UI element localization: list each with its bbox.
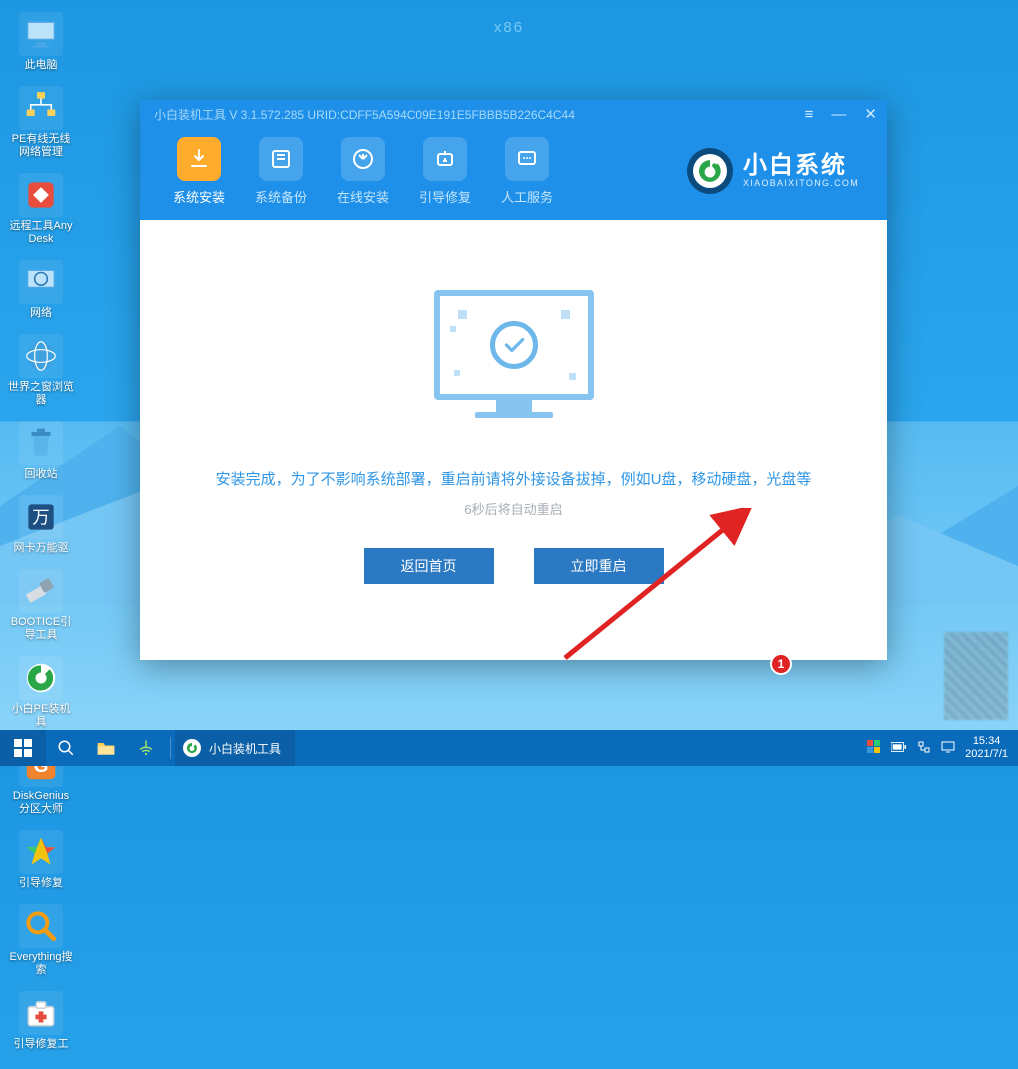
app-window: 小白装机工具 V 3.1.572.285 URID:CDFF5A594C09E1… <box>140 100 887 660</box>
toolbar: 系统安装系统备份在线安装引导修复人工服务 小白系统 XIAOBAIXITONG.… <box>140 128 887 220</box>
desktop-icon-recycle[interactable]: 回收站 <box>8 421 74 481</box>
browser-icon <box>19 334 63 378</box>
pc-icon <box>19 12 63 56</box>
taskbar-explorer-icon[interactable] <box>86 730 126 766</box>
tab-label: 系统安装 <box>158 187 240 206</box>
brand: 小白系统 XIAOBAIXITONG.COM <box>687 148 877 194</box>
firstaid-icon <box>19 991 63 1035</box>
recycle-icon <box>19 421 63 465</box>
content-pane: 安装完成，为了不影响系统部署，重启前请将外接设备拔掉，例如U盘，移动硬盘，光盘等… <box>140 220 887 584</box>
bootfix-icon <box>19 830 63 874</box>
everything-icon <box>19 904 63 948</box>
taskbar-time: 15:34 <box>965 735 1008 748</box>
desktop-icon-netfolder[interactable]: 网络 <box>8 260 74 320</box>
tab-service[interactable]: 人工服务 <box>486 137 568 206</box>
countdown-message: 6秒后将自动重启 <box>180 499 847 518</box>
brand-name: 小白系统 <box>743 153 859 179</box>
svg-text:万: 万 <box>32 507 49 527</box>
wan-icon: 万 <box>19 495 63 539</box>
desktop-icon-label: Everything搜索 <box>8 951 74 977</box>
backup-icon <box>259 137 303 181</box>
net-icon <box>19 86 63 130</box>
taskbar-clock[interactable]: 15:34 2021/7/1 <box>965 735 1008 761</box>
desktop-icon-label: 此电脑 <box>8 59 74 72</box>
service-icon <box>505 137 549 181</box>
install-complete-message: 安装完成，为了不影响系统部署，重启前请将外接设备拔掉，例如U盘，移动硬盘，光盘等 <box>180 468 847 489</box>
desktop-icon-everything[interactable]: Everything搜索 <box>8 904 74 977</box>
taskbar-app-button[interactable]: 小白装机工具 <box>175 730 295 766</box>
tray-network-icon[interactable] <box>917 740 931 757</box>
close-button[interactable]: ✕ <box>864 105 877 123</box>
home-button[interactable]: 返回首页 <box>364 548 494 584</box>
desktop-icon-label: 引导修复工 <box>8 1038 74 1051</box>
netfolder-icon <box>19 260 63 304</box>
desktop: 此电脑 PE有线无线网络管理远程工具AnyDesk 网络世界之窗浏览器回收站万网卡万… <box>0 0 150 1069</box>
desktop-icon-label: 小白PE装机具 <box>8 703 74 729</box>
tray-flag-icon[interactable] <box>867 740 881 757</box>
desktop-icon-bootfix[interactable]: 引导修复 <box>8 830 74 890</box>
desktop-icon-browser[interactable]: 世界之窗浏览器 <box>8 334 74 407</box>
window-title: 小白装机工具 V 3.1.572.285 URID:CDFF5A594C09E1… <box>154 106 787 123</box>
system-tray: 15:34 2021/7/1 <box>867 735 1018 761</box>
menu-button[interactable]: ≡ <box>805 106 814 123</box>
taskbar-network-icon[interactable] <box>126 730 166 766</box>
tab-label: 引导修复 <box>404 187 486 206</box>
desktop-icon-label: 回收站 <box>8 468 74 481</box>
tab-boot[interactable]: 引导修复 <box>404 137 486 206</box>
desktop-icon-label: DiskGenius分区大师 <box>8 790 74 816</box>
bootice-icon <box>19 569 63 613</box>
online-icon <box>341 137 385 181</box>
desktop-icon-anydesk[interactable]: 远程工具AnyDesk <box>8 173 74 246</box>
boot-icon <box>423 137 467 181</box>
install-icon <box>177 137 221 181</box>
desktop-icon-label: BOOTICE引导工具 <box>8 616 74 642</box>
desktop-icon-net[interactable]: PE有线无线网络管理 <box>8 86 74 159</box>
tab-label: 系统备份 <box>240 187 322 206</box>
titlebar: 小白装机工具 V 3.1.572.285 URID:CDFF5A594C09E1… <box>140 100 887 128</box>
brand-logo-icon <box>687 148 733 194</box>
taskbar-date: 2021/7/1 <box>965 748 1008 761</box>
desktop-icon-label: PE有线无线网络管理 <box>8 133 74 159</box>
brand-url: XIAOBAIXITONG.COM <box>743 179 859 189</box>
desktop-icon-pc[interactable]: 此电脑 <box>8 12 74 72</box>
desktop-icon-wan[interactable]: 万网卡万能驱 <box>8 495 74 555</box>
tray-battery-icon[interactable] <box>891 741 907 756</box>
desktop-icon-label: 引导修复 <box>8 877 74 890</box>
desktop-icon-bootice[interactable]: BOOTICE引导工具 <box>8 569 74 642</box>
desktop-icon-firstaid[interactable]: 引导修复工 <box>8 991 74 1051</box>
watermark <box>944 632 1008 720</box>
minimize-button[interactable]: — <box>831 106 846 123</box>
start-button[interactable] <box>0 730 46 766</box>
success-monitor-icon <box>434 290 594 418</box>
desktop-icon-label: 世界之窗浏览器 <box>8 381 74 407</box>
taskbar-app-label: 小白装机工具 <box>209 740 281 757</box>
taskbar: 小白装机工具 15:34 2021/7/1 <box>0 730 1018 766</box>
annotation-badge: 1 <box>770 653 792 675</box>
desktop-icon-xbpe[interactable]: 小白PE装机具 <box>8 656 74 729</box>
taskbar-search-icon[interactable] <box>46 730 86 766</box>
reboot-button[interactable]: 立即重启 <box>534 548 664 584</box>
arch-label: x86 <box>494 19 524 36</box>
tab-online[interactable]: 在线安装 <box>322 137 404 206</box>
tab-label: 人工服务 <box>486 187 568 206</box>
tab-label: 在线安装 <box>322 187 404 206</box>
tab-install[interactable]: 系统安装 <box>158 137 240 206</box>
tray-monitor-icon[interactable] <box>941 740 955 757</box>
desktop-icon-label: 网卡万能驱 <box>8 542 74 555</box>
tab-backup[interactable]: 系统备份 <box>240 137 322 206</box>
desktop-icon-label: 远程工具AnyDesk <box>8 220 74 246</box>
anydesk-icon <box>19 173 63 217</box>
xbpe-icon <box>19 656 63 700</box>
desktop-icon-label: 网络 <box>8 307 74 320</box>
